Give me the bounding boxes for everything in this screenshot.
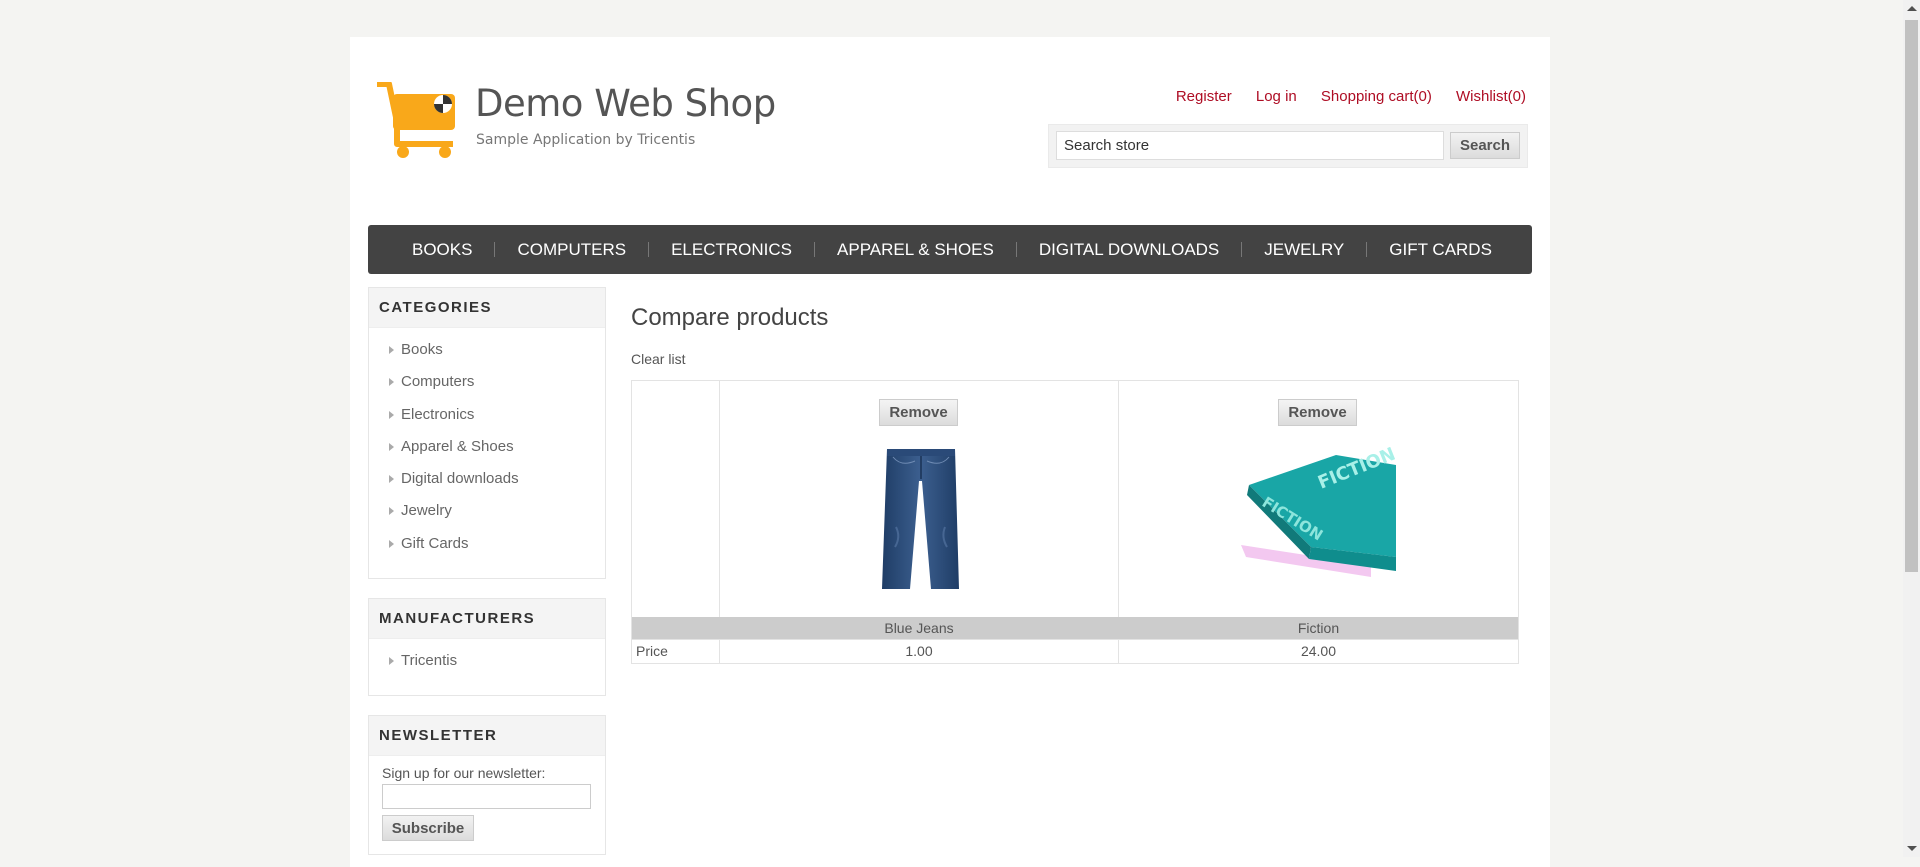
scroll-up-arrow-icon[interactable] [1907, 6, 1917, 11]
fiction-book-image[interactable]: FICTION FICTION [1241, 447, 1396, 577]
price-row-label: Price [636, 643, 668, 659]
search-box: Search [1048, 124, 1528, 168]
logo[interactable]: Demo Web Shop Sample Application by Tric… [375, 82, 776, 162]
category-item-computers[interactable]: Computers [369, 366, 605, 398]
category-item-jewelry[interactable]: Jewelry [369, 495, 605, 527]
arrow-right-icon [389, 657, 394, 665]
compare-products-table: Remove Remove FICTION FICTION Blue Jeans… [631, 380, 1519, 664]
arrow-right-icon [389, 507, 394, 516]
shopping-cart-logo-icon [377, 82, 455, 158]
arrow-right-icon [389, 475, 394, 484]
price-fiction: 24.00 [1300, 643, 1337, 659]
category-label: Gift Cards [401, 534, 469, 552]
product-name-blue-jeans[interactable]: Blue Jeans [720, 620, 1118, 636]
price-blue-jeans: 1.00 [905, 643, 933, 659]
manufacturers-block: MANUFACTURERS Tricentis [368, 598, 606, 696]
logo-title: Demo Web Shop [475, 82, 776, 125]
nav-apparel-shoes[interactable]: APPAREL & SHOES [815, 240, 1016, 260]
search-button[interactable]: Search [1450, 132, 1520, 159]
logo-subtitle: Sample Application by Tricentis [476, 132, 696, 148]
register-link[interactable]: Register [1176, 88, 1232, 105]
category-label: Computers [401, 373, 475, 391]
arrow-right-icon [389, 539, 394, 548]
scrollbar-thumb[interactable] [1905, 20, 1918, 572]
arrow-right-icon [389, 410, 394, 419]
subscribe-button[interactable]: Subscribe [382, 815, 474, 841]
newsletter-label: Sign up for our newsletter: [382, 765, 546, 781]
categories-title: CATEGORIES [369, 288, 605, 328]
nav-electronics[interactable]: ELECTRONICS [649, 240, 814, 260]
top-menu: BOOKS COMPUTERS ELECTRONICS APPAREL & SH… [368, 225, 1532, 274]
product-name-fiction[interactable]: Fiction [1119, 620, 1518, 636]
category-label: Digital downloads [401, 470, 519, 488]
blue-jeans-image[interactable] [881, 447, 961, 591]
clear-list-link[interactable]: Clear list [631, 351, 685, 367]
nav-computers[interactable]: COMPUTERS [495, 240, 648, 260]
vertical-scrollbar[interactable] [1903, 0, 1920, 857]
category-item-gift-cards[interactable]: Gift Cards [369, 528, 605, 560]
arrow-right-icon [389, 378, 394, 387]
arrow-right-icon [389, 346, 394, 354]
category-item-electronics[interactable]: Electronics [369, 399, 605, 431]
category-item-apparel-shoes[interactable]: Apparel & Shoes [369, 431, 605, 463]
remove-button-fiction[interactable]: Remove [1278, 399, 1357, 426]
header-links: Register Log in Shopping cart(0) Wishlis… [1156, 88, 1526, 105]
newsletter-block: NEWSLETTER Sign up for our newsletter: S… [368, 715, 606, 855]
wishlist-link[interactable]: Wishlist(0) [1456, 88, 1526, 105]
nav-jewelry[interactable]: JEWELRY [1242, 240, 1366, 260]
page-title: Compare products [631, 304, 829, 331]
row-divider [632, 639, 1518, 640]
category-label: Electronics [401, 405, 475, 423]
category-item-digital-downloads[interactable]: Digital downloads [369, 463, 605, 495]
nav-gift-cards[interactable]: GIFT CARDS [1367, 240, 1514, 260]
nav-books[interactable]: BOOKS [390, 240, 494, 260]
page-container: Demo Web Shop Sample Application by Tric… [350, 37, 1550, 867]
search-input[interactable] [1056, 131, 1444, 160]
remove-button-blue-jeans[interactable]: Remove [879, 399, 958, 426]
nav-digital-downloads[interactable]: DIGITAL DOWNLOADS [1017, 240, 1241, 260]
category-label: Apparel & Shoes [401, 437, 514, 455]
manufacturers-title: MANUFACTURERS [369, 599, 605, 639]
scroll-down-arrow-icon[interactable] [1907, 846, 1917, 851]
login-link[interactable]: Log in [1256, 88, 1297, 105]
newsletter-title: NEWSLETTER [369, 716, 605, 756]
manufacturer-item-tricentis[interactable]: Tricentis [369, 645, 605, 677]
shopping-cart-link[interactable]: Shopping cart(0) [1321, 88, 1432, 105]
category-label: Books [401, 341, 443, 358]
arrow-right-icon [389, 442, 394, 451]
manufacturer-label: Tricentis [401, 652, 458, 669]
category-item-books[interactable]: Books [369, 334, 605, 366]
categories-block: CATEGORIES Books Computers Electronics A… [368, 287, 606, 579]
category-label: Jewelry [401, 502, 452, 520]
newsletter-email-input[interactable] [382, 784, 591, 809]
